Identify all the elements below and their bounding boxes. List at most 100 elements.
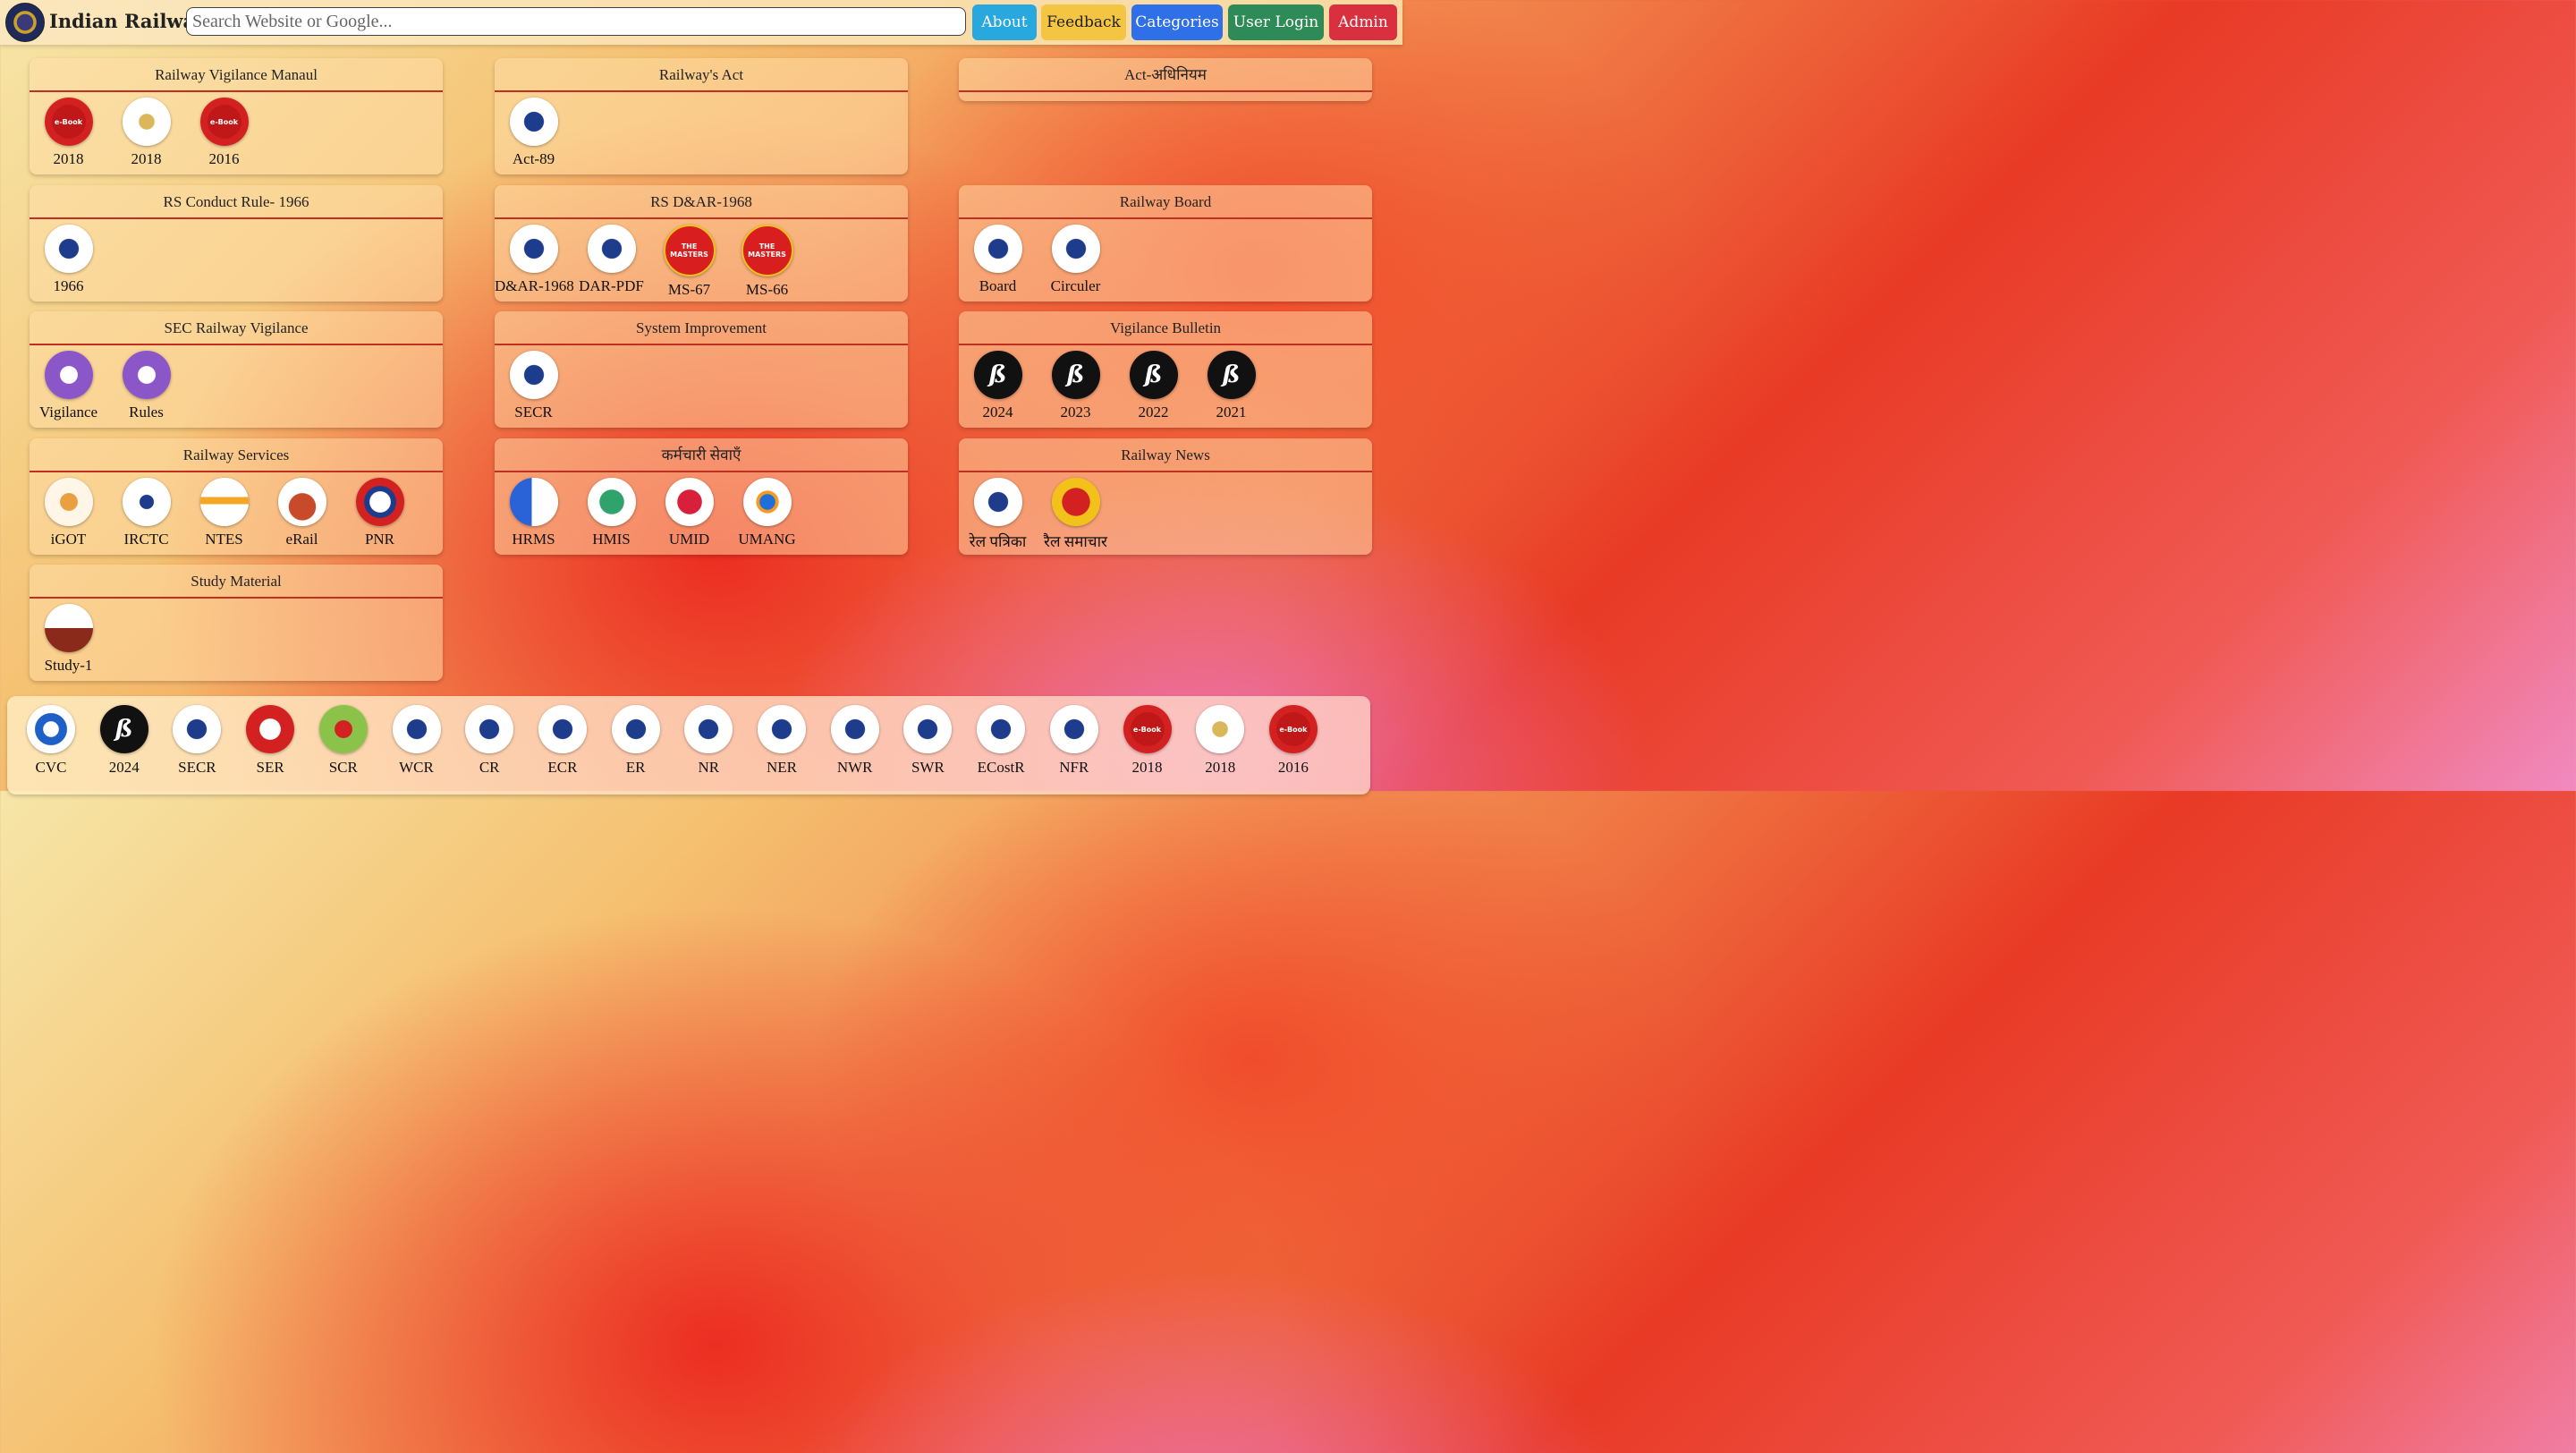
bottom-link-item[interactable]: e-Book 2016	[1258, 705, 1329, 777]
ebook-icon[interactable]: e-Book	[1268, 705, 1318, 753]
bulletin-icon[interactable]: ß	[1129, 351, 1178, 399]
dar-book-icon[interactable]	[509, 225, 558, 273]
bottom-link-item[interactable]: NER	[746, 705, 818, 777]
bottom-link-label[interactable]: SWR	[892, 759, 963, 777]
nfr-icon[interactable]	[1049, 705, 1098, 753]
card-link-item[interactable]: Board	[959, 225, 1037, 295]
rail-samachar-icon[interactable]	[1051, 478, 1100, 526]
bottom-link-label[interactable]: 2016	[1258, 759, 1329, 777]
card-link-label[interactable]: MS-67	[650, 281, 728, 299]
card-link-item[interactable]: रेल पत्रिका	[959, 478, 1037, 551]
bottom-link-item[interactable]: CVC	[15, 705, 87, 777]
bottom-link-item[interactable]: ECR	[527, 705, 598, 777]
bottom-link-label[interactable]: SECR	[161, 759, 233, 777]
bottom-link-item[interactable]: 2018	[1184, 705, 1256, 777]
card-link-item[interactable]: D&AR-1968	[495, 225, 574, 295]
bottom-link-item[interactable]: SER	[234, 705, 306, 777]
card-link-item[interactable]: UMANG	[728, 478, 806, 548]
indian-railway-logo-icon[interactable]	[5, 3, 45, 42]
card-link-label[interactable]: Vigilance	[30, 404, 107, 421]
ecor-icon[interactable]	[977, 705, 1026, 753]
umang-icon[interactable]	[742, 478, 792, 526]
bottom-link-item[interactable]: NFR	[1038, 705, 1110, 777]
brand-title[interactable]: Indian Railway	[49, 10, 206, 32]
card-link-label[interactable]: HRMS	[495, 531, 572, 548]
card-link-label[interactable]: रेल पत्रिका	[959, 531, 1037, 551]
ebook-icon[interactable]: e-Book	[1123, 705, 1172, 753]
bottom-link-label[interactable]: NER	[746, 759, 818, 777]
bottom-link-item[interactable]: SECR	[161, 705, 233, 777]
card-link-item[interactable]: UMID	[650, 478, 728, 548]
bottom-link-item[interactable]: e-Book 2018	[1112, 705, 1183, 777]
umid-icon[interactable]	[665, 478, 714, 526]
card-link-item[interactable]: 2018	[107, 98, 185, 168]
ebook-icon[interactable]: e-Book	[44, 98, 93, 146]
emblem-icon[interactable]	[1196, 705, 1245, 753]
card-link-item[interactable]: HRMS	[495, 478, 572, 548]
swr-icon[interactable]	[903, 705, 953, 753]
bottom-link-label[interactable]: 2018	[1112, 759, 1183, 777]
card-link-label[interactable]: रैल समाचार	[1037, 531, 1114, 551]
igot-icon[interactable]	[44, 478, 93, 526]
pnr-status-icon[interactable]	[355, 478, 404, 526]
bottom-link-label[interactable]: WCR	[381, 759, 453, 777]
cr-icon[interactable]	[465, 705, 514, 753]
bottom-link-label[interactable]: ECR	[527, 759, 598, 777]
card-link-item[interactable]: ß 2022	[1114, 351, 1192, 421]
card-link-item[interactable]: ß 2023	[1037, 351, 1114, 421]
search-input[interactable]	[186, 7, 966, 36]
card-link-item[interactable]: e-Book 2018	[30, 98, 107, 168]
card-link-label[interactable]: 2024	[959, 404, 1037, 421]
admin-button[interactable]: Admin	[1329, 4, 1397, 40]
card-link-item[interactable]: ß 2024	[959, 351, 1037, 421]
bottom-link-label[interactable]: CVC	[15, 759, 87, 777]
circulars-icon[interactable]	[1051, 225, 1100, 273]
bulletin-icon[interactable]: ß	[973, 351, 1022, 399]
rail-patrika-icon[interactable]	[973, 478, 1022, 526]
card-link-label[interactable]: HMIS	[572, 531, 650, 548]
bulletin-icon[interactable]: ß	[1051, 351, 1100, 399]
bottom-link-item[interactable]: SWR	[892, 705, 963, 777]
ecr-icon[interactable]	[538, 705, 587, 753]
act-book-icon[interactable]	[509, 98, 558, 146]
about-button[interactable]: About	[972, 4, 1037, 40]
feedback-button[interactable]: Feedback	[1041, 4, 1126, 40]
card-link-item[interactable]: iGOT	[30, 478, 107, 548]
emblem-icon[interactable]	[122, 98, 171, 146]
card-link-label[interactable]: PNR	[341, 531, 419, 548]
bottom-link-item[interactable]: WCR	[381, 705, 453, 777]
card-link-label[interactable]: IRCTC	[107, 531, 185, 548]
card-link-label[interactable]: 2018	[30, 150, 107, 168]
card-link-label[interactable]: 2018	[107, 150, 185, 168]
er-icon[interactable]	[611, 705, 660, 753]
card-link-item[interactable]: IRCTC	[107, 478, 185, 548]
ner-icon[interactable]	[758, 705, 806, 753]
bottom-link-item[interactable]: ER	[600, 705, 672, 777]
card-link-label[interactable]: Rules	[107, 404, 185, 421]
bottom-link-item[interactable]: NR	[673, 705, 744, 777]
card-link-item[interactable]: Study-1	[30, 604, 107, 675]
secr-vigilance-icon[interactable]	[44, 351, 93, 399]
card-link-label[interactable]: 2021	[1192, 404, 1270, 421]
train-icon[interactable]	[277, 478, 326, 526]
card-link-item[interactable]: Act-89	[495, 98, 572, 168]
card-link-label[interactable]: 2022	[1114, 404, 1192, 421]
card-link-item[interactable]: SECR	[495, 351, 572, 421]
card-link-label[interactable]: eRail	[263, 531, 341, 548]
bottom-link-label[interactable]: CR	[453, 759, 525, 777]
scr-icon[interactable]	[318, 705, 368, 753]
secr-icon[interactable]	[173, 705, 222, 753]
card-link-label[interactable]: Circuler	[1037, 277, 1114, 295]
card-link-label[interactable]: DAR-PDF	[572, 277, 650, 295]
bottom-link-label[interactable]: SCR	[308, 759, 379, 777]
study-material-icon[interactable]	[44, 604, 93, 652]
bottom-link-item[interactable]: NWR	[819, 705, 891, 777]
card-link-label[interactable]: NTES	[185, 531, 263, 548]
card-link-item[interactable]: 1966	[30, 225, 107, 295]
card-link-label[interactable]: UMANG	[728, 531, 806, 548]
card-link-label[interactable]: 1966	[30, 277, 107, 295]
categories-button[interactable]: Categories	[1131, 4, 1223, 40]
card-link-label[interactable]: 2016	[185, 150, 263, 168]
card-link-label[interactable]: Study-1	[30, 657, 107, 675]
irctc-icon[interactable]	[122, 478, 171, 526]
